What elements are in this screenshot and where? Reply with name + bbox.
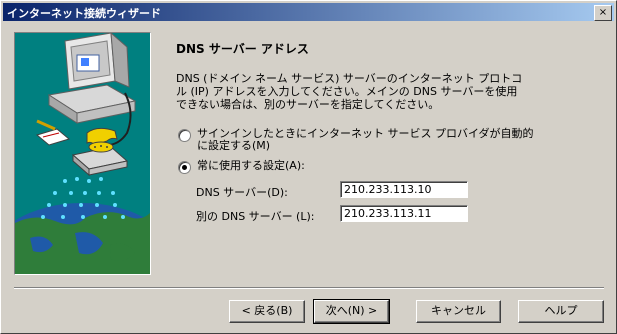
radio-button-auto[interactable] [178, 129, 191, 142]
button-separator [14, 287, 604, 289]
radio-button-manual[interactable] [178, 161, 191, 174]
alt-dns-server-input[interactable] [340, 205, 468, 222]
title-bar[interactable]: インターネット接続ウィザード × [3, 3, 614, 21]
page-description: DNS (ドメイン ネーム サービス) サーバーのインターネット プロトコル (… [176, 72, 523, 111]
cancel-button[interactable]: キャンセル [416, 300, 501, 323]
wizard-illustration [14, 32, 151, 275]
dns-server-input[interactable] [340, 181, 468, 198]
window-title: インターネット接続ウィザード [7, 7, 161, 20]
alt-dns-server-label: 別の DNS サーバー (L): [196, 210, 315, 223]
radio-manual-option[interactable]: 常に使用する設定(A): [178, 160, 305, 174]
help-button[interactable]: ヘルプ [518, 300, 604, 323]
wizard-window: インターネット接続ウィザード × DNS サーバー アドレス DNS (ドメイン… [0, 0, 617, 334]
dns-server-label: DNS サーバー(D): [196, 186, 288, 199]
back-button[interactable]: < 戻る(B) [229, 300, 305, 323]
close-icon[interactable]: × [594, 5, 612, 21]
content-panel: DNS サーバー アドレス DNS (ドメイン ネーム サービス) サーバーのイ… [164, 32, 605, 273]
radio-manual-label: 常に使用する設定(A): [197, 159, 305, 172]
next-button[interactable]: 次へ(N) > [313, 299, 390, 324]
page-title: DNS サーバー アドレス [176, 42, 309, 56]
radio-auto-option[interactable]: サインインしたときにインターネット サービス プロバイダが自動的 に設定する(M… [178, 128, 534, 152]
computer-phone-globe-illustration [15, 33, 150, 274]
radio-auto-label-line2: に設定する(M) [197, 139, 271, 152]
